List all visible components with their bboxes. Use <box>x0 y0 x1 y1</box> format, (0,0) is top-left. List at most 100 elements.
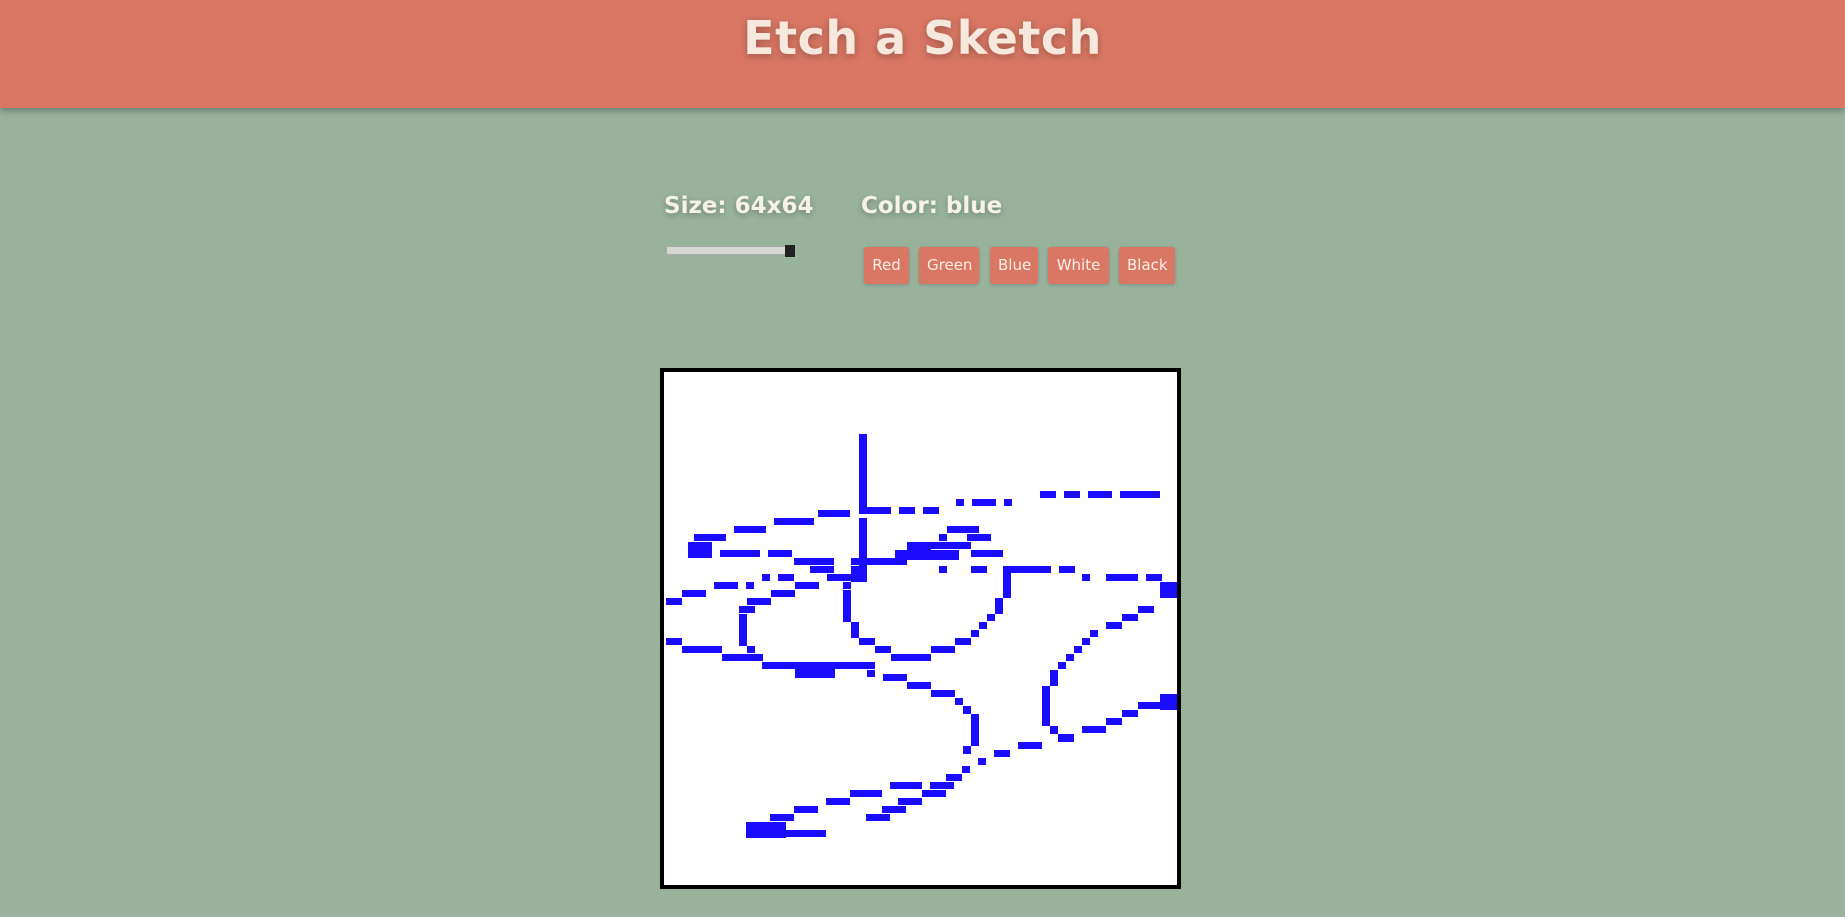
drawn-cell <box>1160 694 1177 710</box>
drawn-cell <box>1138 606 1154 613</box>
drawn-cell <box>946 774 962 781</box>
drawn-cell <box>826 798 850 805</box>
drawn-cell <box>971 550 1003 557</box>
drawn-cell <box>1064 491 1080 498</box>
drawn-cell <box>1122 710 1138 717</box>
drawn-cell <box>1050 726 1058 734</box>
drawn-cell <box>939 534 947 541</box>
sketch-grid[interactable] <box>660 368 1181 889</box>
drawn-cell <box>987 614 995 621</box>
drawn-cell <box>1082 574 1090 581</box>
drawn-cell <box>746 582 754 589</box>
white-button[interactable]: White <box>1048 247 1109 284</box>
green-button[interactable]: Green <box>919 247 979 284</box>
drawn-cell <box>739 630 747 646</box>
drawn-cell <box>1106 622 1122 629</box>
drawn-cell <box>770 814 794 821</box>
drawn-cell <box>1066 654 1074 661</box>
drawn-cell <box>898 798 922 805</box>
drawn-cell <box>939 566 947 573</box>
sketch-drawing <box>666 434 1177 838</box>
drawn-cell <box>843 590 851 622</box>
grid-size-slider-track[interactable] <box>666 246 795 255</box>
drawn-cell <box>1146 574 1162 581</box>
drawn-cell <box>851 622 859 638</box>
drawn-cell <box>1106 574 1138 581</box>
size-label: Size: 64x64 <box>664 193 814 219</box>
drawn-cell <box>1058 734 1074 742</box>
drawn-cell <box>1042 718 1050 726</box>
drawn-cell <box>963 746 971 754</box>
drawn-cell <box>1050 670 1058 686</box>
drawn-cell <box>875 646 891 653</box>
drawn-cell <box>810 566 834 573</box>
app-header: Etch a Sketch <box>0 0 1845 108</box>
drawn-cell <box>851 558 907 565</box>
drawn-cell <box>1122 614 1138 621</box>
drawn-cell <box>882 806 906 813</box>
color-label: Color: blue <box>861 193 1003 219</box>
drawn-cell <box>739 614 747 630</box>
drawn-cell <box>720 550 760 557</box>
drawn-cell <box>859 434 867 514</box>
drawn-cell <box>714 582 738 589</box>
drawn-cell <box>850 790 882 797</box>
blue-strokes <box>666 434 1177 838</box>
drawn-cell <box>1082 726 1106 733</box>
drawn-cell <box>971 630 979 637</box>
drawn-cell <box>994 750 1010 757</box>
drawn-cell <box>851 566 867 582</box>
drawn-cell <box>1042 686 1050 694</box>
drawn-cell <box>762 662 802 669</box>
drawn-cell <box>1042 694 1050 718</box>
drawn-cell <box>1088 491 1112 498</box>
drawn-cell <box>682 646 722 653</box>
drawn-cell <box>827 574 851 581</box>
drawn-cell <box>778 574 794 581</box>
drawn-cell <box>1003 582 1011 598</box>
drawn-cell <box>843 582 851 589</box>
drawn-cell <box>739 606 755 613</box>
drawn-cell <box>794 806 818 813</box>
drawn-cell <box>722 654 762 661</box>
drawn-cell <box>899 507 915 514</box>
drawn-cell <box>746 822 786 838</box>
drawn-cell <box>971 566 987 573</box>
drawn-cell <box>786 830 826 837</box>
drawn-cell <box>835 662 875 669</box>
drawn-cell <box>666 638 682 645</box>
drawn-cell <box>971 714 979 746</box>
drawn-cell <box>883 674 907 681</box>
drawn-cell <box>891 654 931 661</box>
drawn-cell <box>1082 638 1090 645</box>
drawn-cell <box>1120 491 1160 498</box>
drawn-cell <box>1090 630 1098 637</box>
drawn-cell <box>963 706 971 714</box>
drawn-cell <box>923 507 939 514</box>
drawn-cell <box>1018 742 1042 749</box>
drawn-cell <box>794 558 834 565</box>
blue-button[interactable]: Blue <box>990 247 1038 284</box>
drawn-cell <box>955 698 963 705</box>
drawn-cell <box>1058 662 1066 669</box>
black-button[interactable]: Black <box>1119 247 1175 284</box>
drawn-cell <box>867 507 891 514</box>
drawn-cell <box>694 534 726 541</box>
drawn-cell <box>931 646 955 653</box>
drawn-cell <box>1040 491 1056 498</box>
drawn-cell <box>734 526 766 533</box>
drawn-cell <box>955 638 971 645</box>
drawn-cell <box>771 590 795 597</box>
grid-size-slider-thumb[interactable] <box>785 245 795 257</box>
drawn-cell <box>978 758 986 765</box>
drawn-cell <box>682 590 706 597</box>
red-button[interactable]: Red <box>864 247 909 284</box>
drawn-cell <box>931 542 971 549</box>
drawn-cell <box>1059 566 1075 573</box>
drawn-cell <box>866 814 890 821</box>
drawn-cell <box>930 782 938 789</box>
drawn-cell <box>747 598 771 605</box>
drawn-cell <box>1004 499 1012 506</box>
drawn-cell <box>931 690 955 697</box>
drawn-cell <box>1003 566 1011 582</box>
